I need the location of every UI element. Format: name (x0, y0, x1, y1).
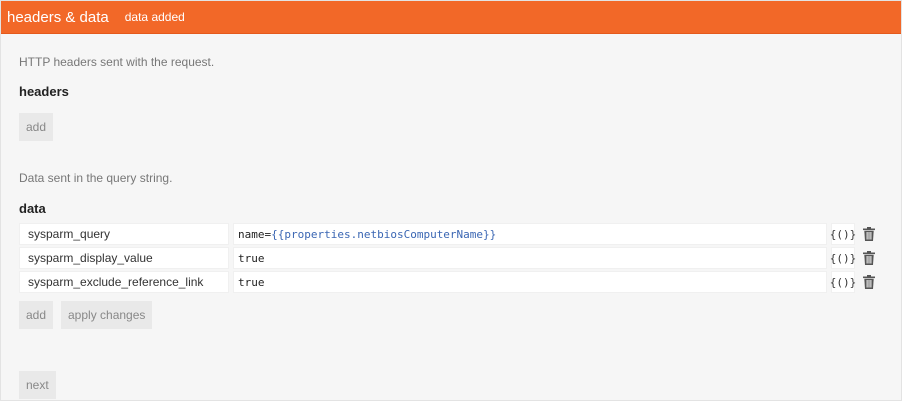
data-value-input[interactable]: true (233, 247, 827, 269)
data-row: sysparm_exclude_reference_link true {()} (19, 271, 885, 293)
data-value-input[interactable]: name= {{properties.netbiosComputerName}} (233, 223, 827, 245)
apply-changes-button[interactable]: apply changes (61, 301, 153, 329)
data-row: sysparm_display_value true {()} (19, 247, 885, 269)
add-data-button[interactable]: add (19, 301, 54, 329)
add-header-button[interactable]: add (19, 113, 54, 141)
trash-icon[interactable] (863, 251, 875, 265)
value-template: {{properties.netbiosComputerName}} (271, 227, 497, 241)
trash-icon[interactable] (863, 275, 875, 289)
data-value-input[interactable]: true (233, 271, 827, 293)
insert-variable-button[interactable]: {()} (830, 223, 856, 245)
value-prefix: true (238, 251, 265, 265)
data-description: Data sent in the query string. (19, 171, 173, 185)
data-key-input[interactable]: sysparm_query (19, 223, 229, 245)
insert-variable-button[interactable]: {()} (830, 247, 856, 269)
data-title: data (19, 201, 46, 216)
data-key-input[interactable]: sysparm_display_value (19, 247, 229, 269)
value-prefix: name= (238, 227, 272, 241)
panel-title: headers & data (7, 8, 109, 26)
value-prefix: true (238, 275, 265, 289)
insert-variable-button[interactable]: {()} (830, 271, 856, 293)
data-row: sysparm_query name= {{properties.netbiosC… (19, 223, 885, 245)
headers-title: headers (19, 84, 69, 99)
panel-header: headers & data data added (1, 1, 901, 34)
status-badge: data added (124, 10, 185, 24)
next-button[interactable]: next (19, 371, 56, 399)
data-rows: sysparm_query name= {{properties.netbiosC… (19, 223, 885, 295)
headers-description: HTTP headers sent with the request. (19, 55, 215, 69)
headers-data-panel: headers & data data added HTTP headers s… (0, 0, 902, 401)
trash-icon[interactable] (863, 227, 875, 241)
data-key-input[interactable]: sysparm_exclude_reference_link (19, 271, 229, 293)
